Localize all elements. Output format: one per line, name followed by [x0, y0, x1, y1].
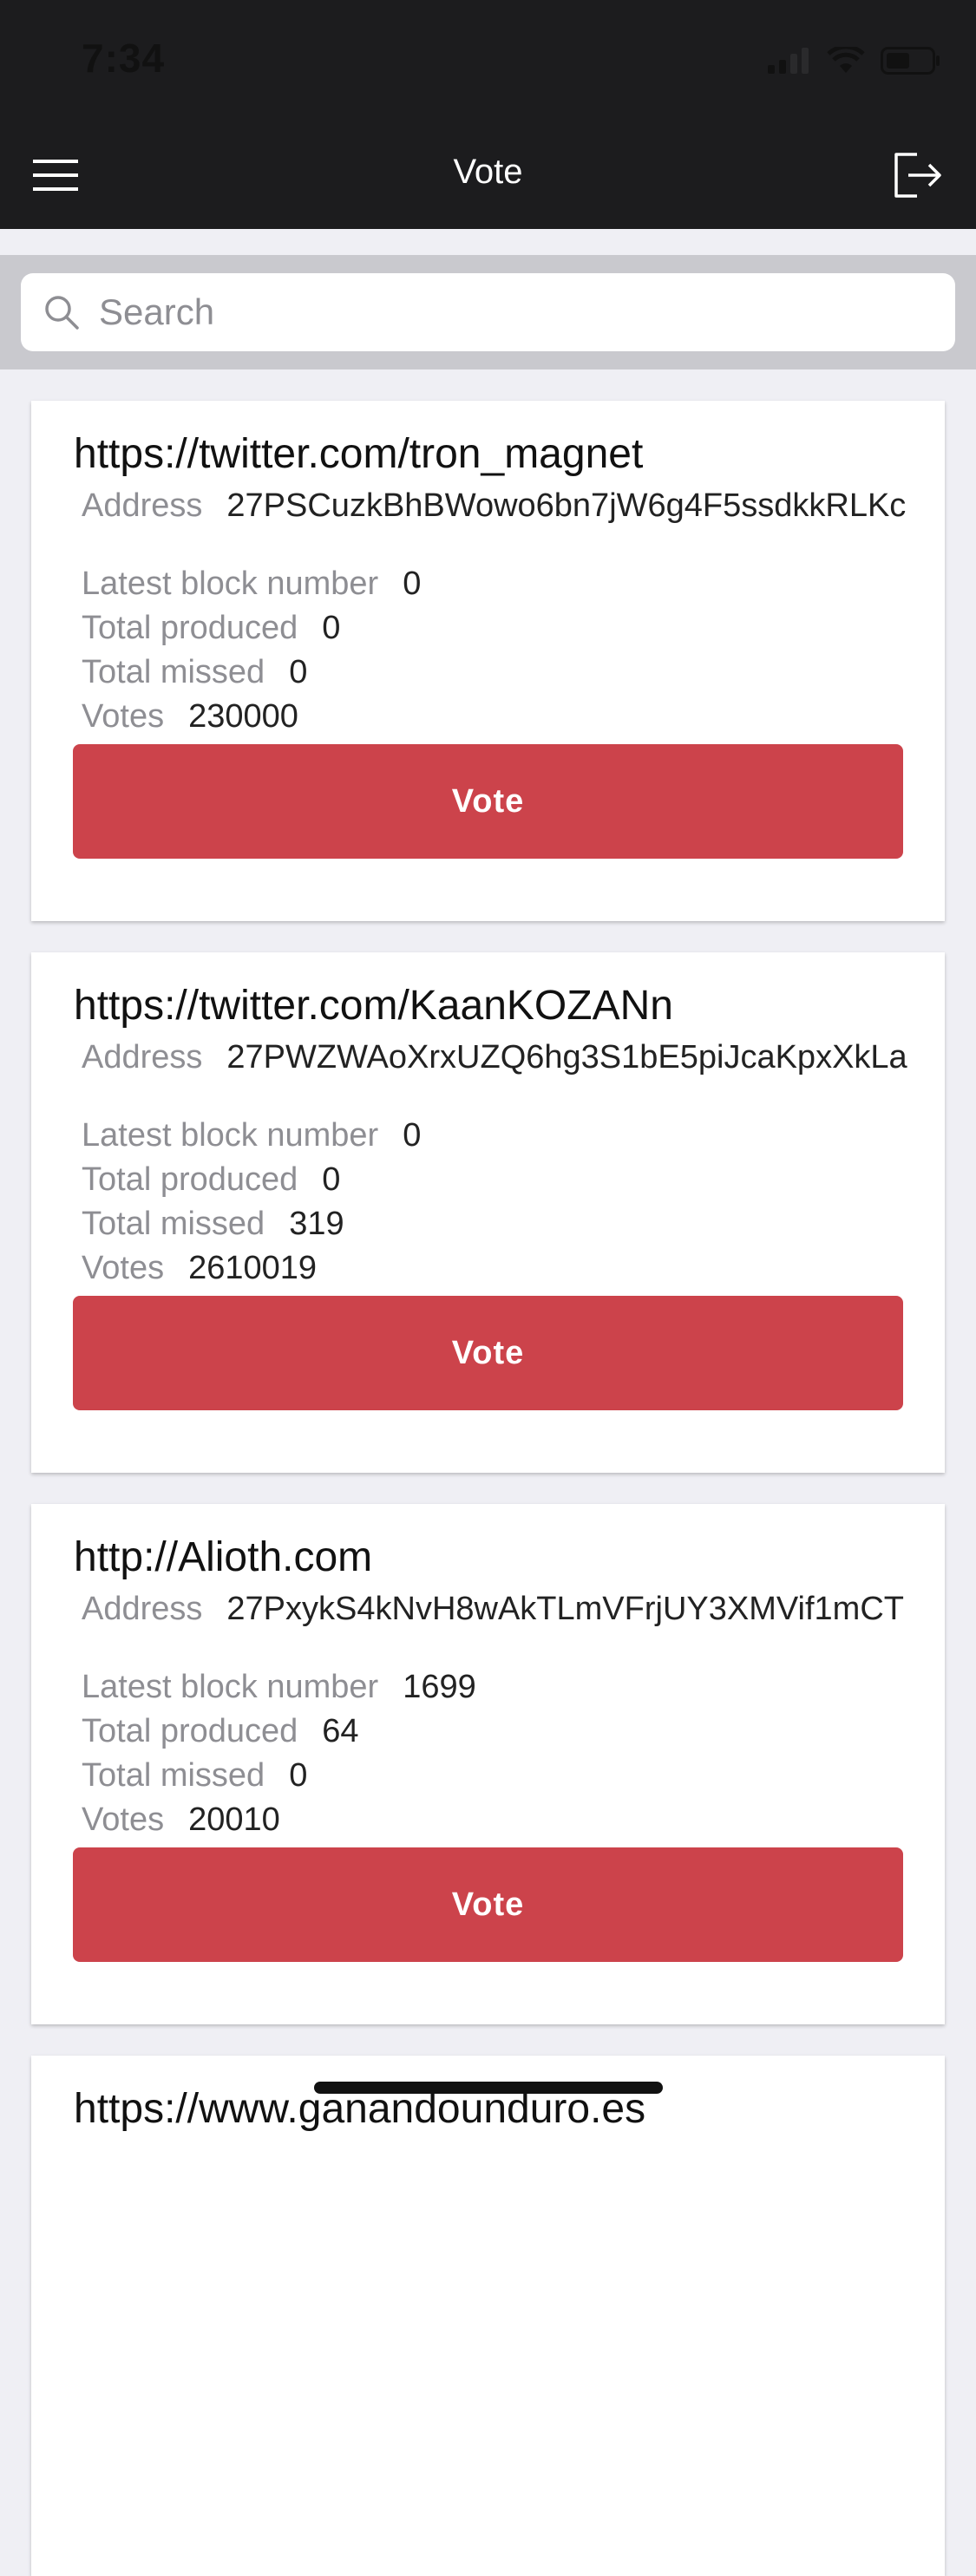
total-missed-value: 0 — [289, 654, 308, 690]
latest-block-row: Latest block number 1699 — [82, 1669, 476, 1705]
cellular-signal-icon — [768, 48, 809, 74]
status-time: 7:34 — [82, 36, 166, 81]
total-missed-value: 0 — [289, 1757, 308, 1794]
total-missed-label: Total missed — [82, 1206, 265, 1242]
votes-row: Votes 2610019 — [82, 1250, 317, 1286]
wifi-icon — [827, 47, 865, 73]
search-icon — [45, 296, 79, 330]
total-missed-label: Total missed — [82, 1757, 265, 1794]
latest-block-label: Latest block number — [82, 566, 379, 602]
votes-value: 230000 — [188, 698, 298, 735]
address-value: 27PWZWAoXrxUZQ6hg3S1bE5piJcaKpxXkLa — [226, 1039, 907, 1076]
total-missed-label: Total missed — [82, 654, 265, 690]
votes-row: Votes 20010 — [82, 1801, 280, 1838]
witness-url: https://twitter.com/KaanKOZANn — [74, 983, 673, 1029]
vote-button[interactable]: Vote — [73, 1296, 903, 1410]
total-missed-row: Total missed 0 — [82, 1757, 307, 1794]
latest-block-row: Latest block number 0 — [82, 1117, 421, 1154]
address-row: Address 27PWZWAoXrxUZQ6hg3S1bE5piJcaKpxXk… — [82, 1039, 923, 1076]
witness-card: https://twitter.com/KaanKOZANn Address 27… — [31, 952, 945, 1473]
votes-label: Votes — [82, 698, 165, 735]
latest-block-label: Latest block number — [82, 1117, 379, 1154]
votes-row: Votes 230000 — [82, 698, 298, 735]
total-produced-value: 0 — [322, 1161, 341, 1198]
latest-block-value: 0 — [403, 1117, 422, 1154]
votes-label: Votes — [82, 1801, 165, 1838]
total-produced-value: 0 — [322, 610, 341, 646]
total-produced-row: Total produced 0 — [82, 610, 340, 646]
votes-label: Votes — [82, 1250, 165, 1286]
address-label: Address — [82, 487, 203, 524]
witness-url: http://Alioth.com — [74, 1534, 373, 1580]
home-indicator — [314, 2082, 663, 2094]
address-row: Address 27PSCuzkBhBWowo6bn7jW6g4F5ssdkkRL… — [82, 487, 923, 524]
total-missed-row: Total missed 0 — [82, 654, 307, 690]
vote-button[interactable]: Vote — [73, 1847, 903, 1962]
votes-value: 20010 — [188, 1801, 280, 1838]
total-produced-row: Total produced 64 — [82, 1713, 359, 1749]
latest-block-row: Latest block number 0 — [82, 566, 421, 602]
votes-value: 2610019 — [188, 1250, 318, 1286]
total-missed-row: Total missed 319 — [82, 1206, 344, 1242]
witness-card: https://www.ganandounduro.es — [31, 2056, 945, 2576]
witness-card: https://twitter.com/tron_magnet Address 2… — [31, 401, 945, 921]
total-missed-value: 319 — [289, 1206, 344, 1242]
search-bar-container — [0, 255, 976, 369]
battery-icon — [881, 47, 940, 75]
total-produced-value: 64 — [322, 1713, 359, 1749]
total-produced-label: Total produced — [82, 610, 298, 646]
total-produced-label: Total produced — [82, 1713, 298, 1749]
latest-block-label: Latest block number — [82, 1669, 379, 1705]
latest-block-value: 0 — [403, 566, 422, 602]
witness-card: http://Alioth.com Address 27PxykS4kNvH8wA… — [31, 1504, 945, 2024]
address-label: Address — [82, 1591, 203, 1627]
latest-block-value: 1699 — [403, 1669, 476, 1705]
witness-url: https://twitter.com/tron_magnet — [74, 431, 644, 477]
address-label: Address — [82, 1039, 203, 1076]
logout-icon[interactable] — [891, 149, 943, 201]
status-icons — [768, 43, 941, 78]
search-box[interactable] — [21, 273, 955, 351]
search-input[interactable] — [97, 291, 881, 334]
page-title: Vote — [453, 153, 523, 191]
address-value: 27PxykS4kNvH8wAkTLmVFrjUY3XMVif1mCT — [226, 1591, 904, 1627]
total-produced-row: Total produced 0 — [82, 1161, 340, 1198]
vote-button[interactable]: Vote — [73, 744, 903, 859]
total-produced-label: Total produced — [82, 1161, 298, 1198]
status-bar: 7:34 — [0, 0, 976, 121]
address-value: 27PSCuzkBhBWowo6bn7jW6g4F5ssdkkRLKc — [226, 487, 907, 524]
address-row: Address 27PxykS4kNvH8wAkTLmVFrjUY3XMVif1m… — [82, 1591, 923, 1627]
nav-bar: Vote — [0, 121, 976, 229]
